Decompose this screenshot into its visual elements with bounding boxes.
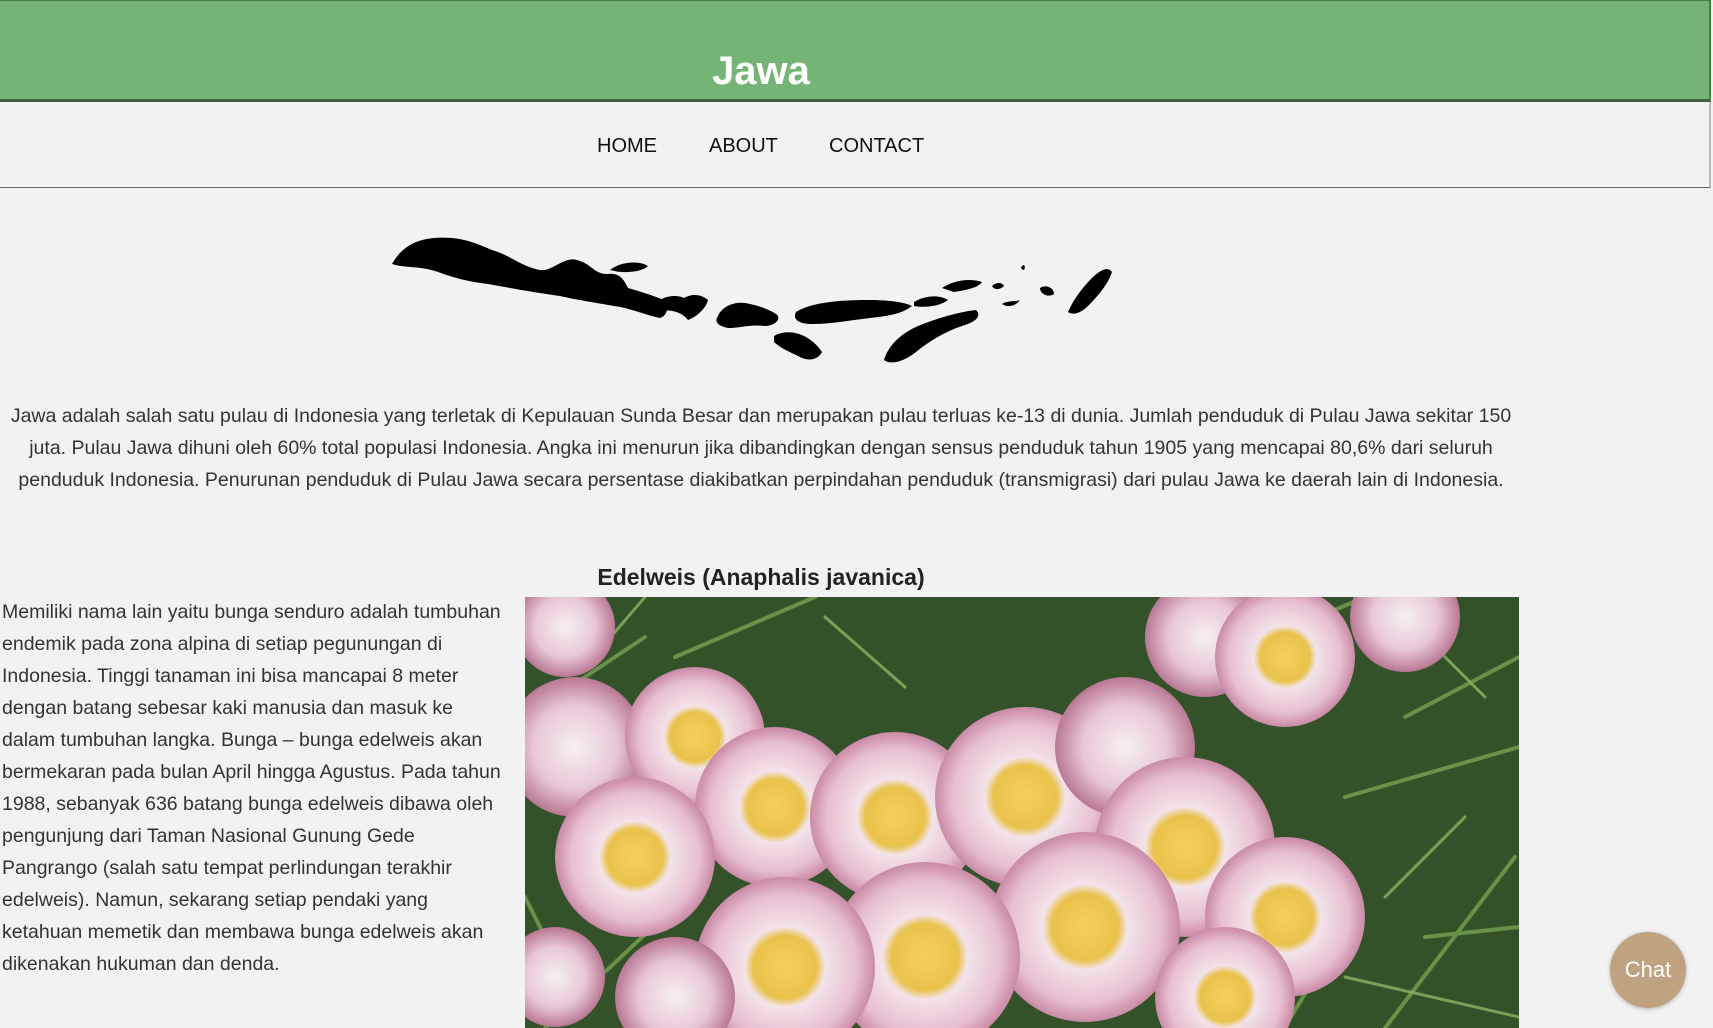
main-nav: HOME ABOUT CONTACT: [0, 102, 1711, 188]
site-header: Jawa: [0, 0, 1711, 102]
nav-contact-link[interactable]: CONTACT: [829, 133, 924, 159]
edelweis-flowers-image: [525, 597, 1519, 1028]
intro-paragraph: Jawa adalah salah satu pulau di Indonesi…: [10, 405, 1512, 491]
flora-title: Edelweis (Anaphalis javanica): [597, 564, 925, 590]
flora-description: Memiliki nama lain yaitu bunga senduro a…: [2, 601, 501, 975]
nav-home-link[interactable]: HOME: [597, 133, 657, 159]
edelweis-photo: [525, 597, 1519, 1028]
nav-about-link[interactable]: ABOUT: [709, 133, 778, 159]
page-title: Jawa: [712, 49, 810, 93]
java-island-map: [392, 237, 1112, 363]
chat-button[interactable]: Chat: [1610, 932, 1686, 1008]
